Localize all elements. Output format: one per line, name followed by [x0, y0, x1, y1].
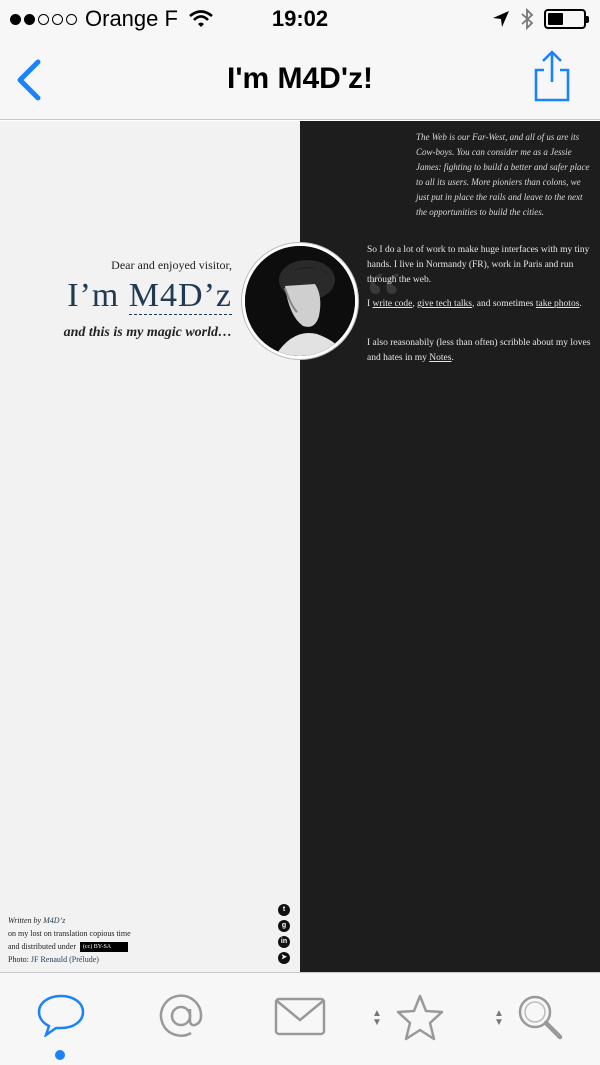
mission-quote: The Web is our Far-West, and all of us a…: [416, 132, 590, 217]
search-icon[interactable]: [516, 993, 564, 1041]
notes-link[interactable]: Notes: [429, 353, 451, 363]
page-title: I'm M4D'z!: [227, 62, 373, 95]
name-prefix: I’m: [67, 277, 129, 314]
telegram-icon[interactable]: ➤: [278, 952, 290, 964]
status-right: [492, 8, 589, 30]
web-content: Dear and enjoyed visitor, I’m M4D’z and …: [0, 121, 600, 972]
footer-license-text: and distributed under: [8, 942, 76, 951]
site-footer: Written by M4D’z on my lost on translati…: [8, 914, 131, 966]
bio-text: .: [451, 353, 454, 363]
footer-written-by: Written by: [8, 916, 44, 925]
name-handle: M4D’z: [128, 277, 232, 315]
battery-icon: [544, 9, 589, 29]
sort-arrows-icon: ▲ ▼: [494, 1008, 504, 1028]
bio-paragraph-links: I write code, give tech talks, and somet…: [367, 297, 592, 312]
bottom-tab-bar: ▲ ▼ ▲ ▼: [0, 972, 600, 1065]
intro-panel: Dear and enjoyed visitor, I’m M4D’z and …: [0, 121, 300, 972]
cc-license-badge[interactable]: (cc) BY-SA: [79, 942, 128, 953]
at-sign-icon[interactable]: [158, 993, 204, 1039]
mail-icon[interactable]: [274, 997, 326, 1037]
bio-paragraph: So I do a lot of work to make huge inter…: [367, 245, 590, 285]
bio-paragraph-notes: I also reasonabily (less than often) scr…: [367, 336, 592, 366]
navigation-bar: I'm M4D'z!: [0, 40, 600, 120]
tagline: and this is my magic world…: [63, 325, 232, 340]
photos-link[interactable]: take photos: [536, 299, 580, 309]
location-arrow-icon: [493, 11, 509, 27]
greeting-text: Dear and enjoyed visitor,: [111, 258, 232, 272]
photo-credit-link[interactable]: JF Renauld: [31, 955, 67, 964]
bio-text: , and sometimes: [472, 299, 536, 309]
bio-text: .: [579, 299, 582, 309]
footer-photo-label: Photo:: [8, 955, 31, 964]
tech-talks-link[interactable]: give tech talks: [417, 299, 472, 309]
sort-arrows-icon: ▲ ▼: [372, 1008, 382, 1028]
site-name: I’m M4D’z: [67, 277, 232, 315]
photo-work-link[interactable]: (Prélude): [69, 955, 99, 964]
footer-line: on my lost on translation copious time: [8, 929, 131, 938]
status-bar: Orange F 19:02: [0, 0, 600, 40]
speech-bubble-icon[interactable]: [36, 993, 86, 1037]
twitter-icon[interactable]: t: [278, 904, 290, 916]
active-tab-indicator: [55, 1050, 65, 1060]
linkedin-icon[interactable]: in: [278, 936, 290, 948]
footer-author-link[interactable]: M4D’z: [43, 916, 65, 925]
profile-photo: [242, 243, 358, 359]
write-code-link[interactable]: write code: [373, 299, 413, 309]
share-icon[interactable]: [530, 48, 574, 104]
github-icon[interactable]: g: [278, 920, 290, 932]
social-links: t g in ➤: [278, 904, 290, 964]
bio-text: I also reasonabily (less than often) scr…: [367, 338, 591, 363]
star-icon[interactable]: [394, 993, 446, 1041]
bluetooth-icon: [521, 8, 534, 30]
